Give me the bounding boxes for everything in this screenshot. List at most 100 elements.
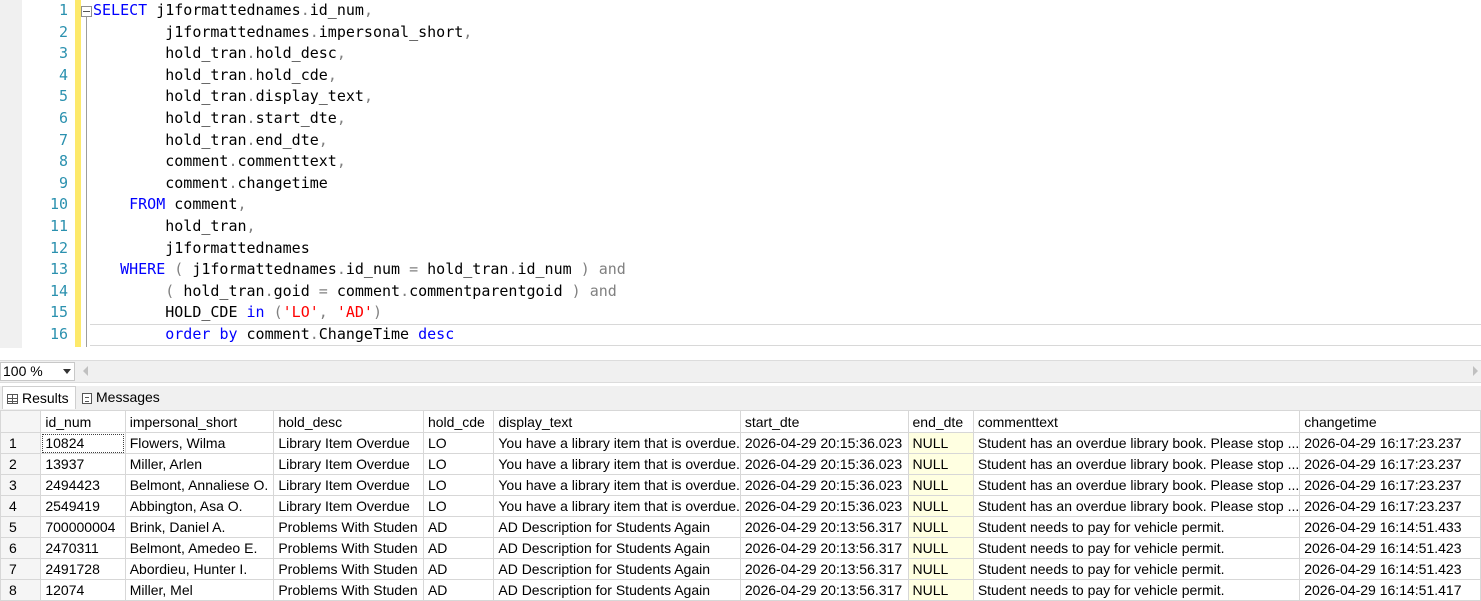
cell-end-dte[interactable]: NULL (907, 495, 974, 517)
code-line[interactable]: j1formattednames.impersonal_short, (93, 22, 472, 44)
cell-end-dte[interactable]: NULL (907, 558, 974, 580)
cell-start-dte[interactable]: 2026-04-29 20:15:36.023 (739, 453, 909, 475)
cell-start-dte[interactable]: 2026-04-29 20:15:36.023 (739, 432, 909, 454)
cell-display-text[interactable]: You have a library item that is overdue. (493, 432, 741, 454)
column-header-commenttext[interactable]: commenttext (972, 410, 1301, 433)
cell-display-text[interactable]: AD Description for Students Again (493, 537, 741, 559)
cell-impersonal-short[interactable]: Miller, Arlen (124, 453, 275, 475)
cell-impersonal-short[interactable]: Brink, Daniel A. (124, 516, 275, 538)
table-row[interactable]: 7 2491728 Abordieu, Hunter I. Problems With… (0, 558, 1481, 580)
cell-impersonal-short[interactable]: Flowers, Wilma (124, 432, 275, 454)
cell-hold-desc[interactable]: Library Item Overdue (273, 474, 424, 496)
column-header-display-text[interactable]: display_text (493, 410, 741, 433)
code-line[interactable]: hold_tran.hold_cde, (93, 65, 337, 87)
cell-start-dte[interactable]: 2026-04-29 20:13:56.317 (739, 537, 909, 559)
cell-changetime[interactable]: 2026-04-29 16:17:23.237 (1299, 453, 1481, 475)
cell-display-text[interactable]: AD Description for Students Again (493, 558, 741, 580)
column-header-hold-cde[interactable]: hold_cde (422, 410, 495, 433)
cell-id-num[interactable]: 2470311 (40, 537, 126, 559)
cell-end-dte[interactable]: NULL (907, 432, 974, 454)
cell-id-num[interactable]: 2491728 (40, 558, 126, 580)
cell-changetime[interactable]: 2026-04-29 16:17:23.237 (1299, 432, 1481, 454)
results-grid[interactable]: id_num impersonal_short hold_desc hold_cde d… (0, 410, 1481, 601)
cell-start-dte[interactable]: 2026-04-29 20:15:36.023 (739, 474, 909, 496)
cell-changetime[interactable]: 2026-04-29 16:14:51.417 (1299, 579, 1481, 601)
code-line[interactable]: hold_tran.hold_desc, (93, 43, 346, 65)
cell-impersonal-short[interactable]: Abordieu, Hunter I. (124, 558, 275, 580)
code-line[interactable]: WHERE ( j1formattednames.id_num = hold_t… (93, 259, 626, 281)
row-number[interactable]: 3 (0, 474, 42, 496)
cell-changetime[interactable]: 2026-04-29 16:17:23.237 (1299, 474, 1481, 496)
cell-commenttext[interactable]: Student needs to pay for vehicle permit. (972, 579, 1301, 601)
cell-hold-cde[interactable]: AD (422, 537, 495, 559)
code-line[interactable]: FROM comment, (93, 194, 246, 216)
code-line[interactable]: SELECT j1formattednames.id_num, (93, 0, 373, 22)
table-row[interactable]: 5 700000004 Brink, Daniel A. Problems With … (0, 516, 1481, 538)
cell-hold-desc[interactable]: Library Item Overdue (273, 495, 424, 517)
cell-hold-cde[interactable]: LO (422, 453, 495, 475)
cell-commenttext[interactable]: Student needs to pay for vehicle permit. (972, 558, 1301, 580)
column-header-id-num[interactable]: id_num (40, 410, 126, 433)
cell-display-text[interactable]: You have a library item that is overdue. (493, 474, 741, 496)
sql-editor[interactable]: 1 2 3 4 5 6 7 8 9 10 11 12 13 14 15 16 SELECT j1formatt… (0, 0, 1481, 348)
cell-changetime[interactable]: 2026-04-29 16:14:51.423 (1299, 558, 1481, 580)
cell-hold-desc[interactable]: Problems With Studen (273, 516, 424, 538)
row-number[interactable]: 4 (0, 495, 42, 517)
cell-hold-cde[interactable]: LO (422, 474, 495, 496)
cell-id-num[interactable]: 2494423 (40, 474, 126, 496)
cell-hold-desc[interactable]: Problems With Studen (273, 558, 424, 580)
cell-start-dte[interactable]: 2026-04-29 20:13:56.317 (739, 516, 909, 538)
cell-impersonal-short[interactable]: Miller, Mel (124, 579, 275, 601)
cell-end-dte[interactable]: NULL (907, 537, 974, 559)
cell-commenttext[interactable]: Student needs to pay for vehicle permit. (972, 516, 1301, 538)
cell-commenttext[interactable]: Student has an overdue library book. Ple… (972, 432, 1301, 454)
cell-hold-cde[interactable]: AD (422, 516, 495, 538)
cell-hold-desc[interactable]: Problems With Studen (273, 579, 424, 601)
cell-display-text[interactable]: You have a library item that is overdue. (493, 453, 741, 475)
cell-hold-desc[interactable]: Problems With Studen (273, 537, 424, 559)
cell-changetime[interactable]: 2026-04-29 16:17:23.237 (1299, 495, 1481, 517)
table-row[interactable]: 4 2549419 Abbington, Asa O. Library Item Ov… (0, 495, 1481, 517)
row-number[interactable]: 6 (0, 537, 42, 559)
scroll-left-icon[interactable] (83, 366, 88, 376)
cell-display-text[interactable]: AD Description for Students Again (493, 516, 741, 538)
cell-id-num[interactable]: 700000004 (40, 516, 126, 538)
cell-commenttext[interactable]: Student has an overdue library book. Ple… (972, 495, 1301, 517)
row-number[interactable]: 8 (0, 579, 42, 601)
cell-impersonal-short[interactable]: Belmont, Amedeo E. (124, 537, 275, 559)
tab-results[interactable]: Results (2, 386, 76, 409)
cell-commenttext[interactable]: Student has an overdue library book. Ple… (972, 453, 1301, 475)
cell-impersonal-short[interactable]: Abbington, Asa O. (124, 495, 275, 517)
zoom-select[interactable]: 100 % (0, 362, 75, 381)
cell-start-dte[interactable]: 2026-04-29 20:13:56.317 (739, 579, 909, 601)
tab-messages[interactable]: Messages (80, 386, 172, 409)
row-header-corner[interactable] (0, 410, 42, 433)
column-header-end-dte[interactable]: end_dte (907, 410, 974, 433)
cell-impersonal-short[interactable]: Belmont, Annaliese O. (124, 474, 275, 496)
table-row[interactable]: 2 13937 Miller, Arlen Library Item Overdue L… (0, 453, 1481, 475)
cell-changetime[interactable]: 2026-04-29 16:14:51.433 (1299, 516, 1481, 538)
cell-hold-cde[interactable]: LO (422, 495, 495, 517)
column-header-impersonal-short[interactable]: impersonal_short (124, 410, 275, 433)
code-line[interactable]: j1formattednames (93, 238, 310, 260)
scroll-right-icon[interactable] (1473, 366, 1478, 376)
row-number[interactable]: 7 (0, 558, 42, 580)
cell-start-dte[interactable]: 2026-04-29 20:13:56.317 (739, 558, 909, 580)
code-line[interactable]: hold_tran, (93, 216, 255, 238)
code-line[interactable]: order by comment.ChangeTime desc (93, 324, 454, 346)
table-row[interactable]: 3 2494423 Belmont, Annaliese O. Library Ite… (0, 474, 1481, 496)
cell-start-dte[interactable]: 2026-04-29 20:15:36.023 (739, 495, 909, 517)
code-line[interactable]: comment.commenttext, (93, 151, 346, 173)
table-row[interactable]: 6 2470311 Belmont, Amedeo E. Problems With … (0, 537, 1481, 559)
column-header-start-dte[interactable]: start_dte (739, 410, 909, 433)
code-line[interactable]: hold_tran.display_text, (93, 86, 373, 108)
code-line[interactable]: ( hold_tran.goid = comment.commentparent… (93, 281, 617, 303)
cell-display-text[interactable]: AD Description for Students Again (493, 579, 741, 601)
cell-hold-desc[interactable]: Library Item Overdue (273, 432, 424, 454)
collapse-region-icon[interactable] (81, 6, 92, 17)
cell-commenttext[interactable]: Student has an overdue library book. Ple… (972, 474, 1301, 496)
row-number[interactable]: 2 (0, 453, 42, 475)
code-line[interactable]: HOLD_CDE in ('LO', 'AD') (93, 302, 382, 324)
cell-end-dte[interactable]: NULL (907, 579, 974, 601)
code-line[interactable]: hold_tran.start_dte, (93, 108, 346, 130)
